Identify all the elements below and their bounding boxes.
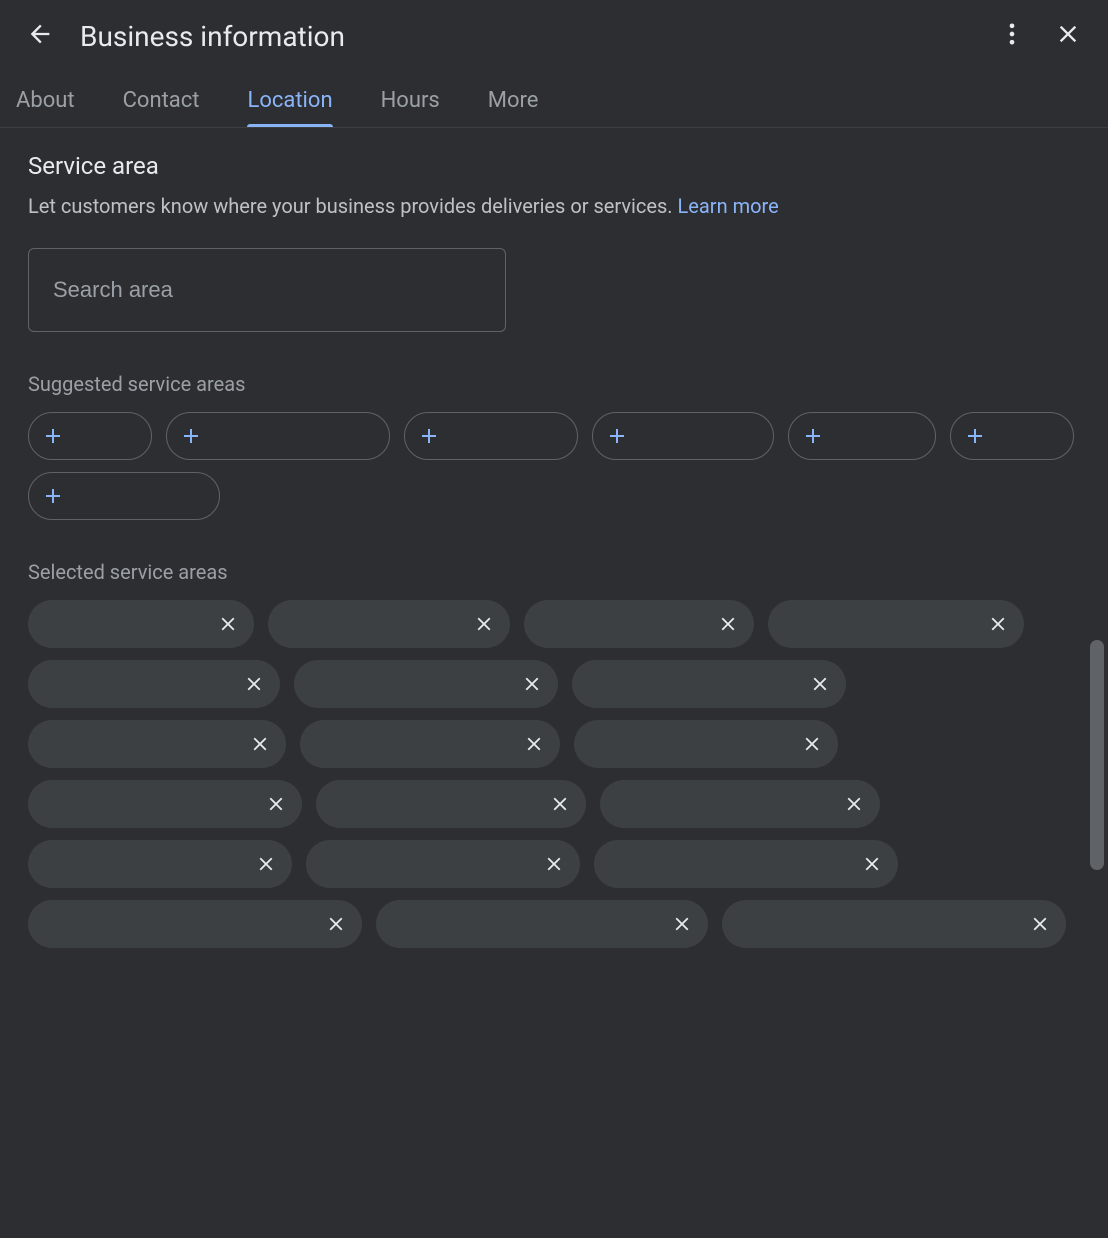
selected-chip-row bbox=[28, 600, 1080, 948]
remove-chip-icon[interactable] bbox=[1026, 910, 1054, 938]
tab-hours[interactable]: Hours bbox=[381, 88, 440, 127]
selected-area-chip[interactable] bbox=[722, 900, 1066, 948]
suggested-area-chip[interactable] bbox=[28, 412, 152, 460]
plus-icon bbox=[41, 424, 65, 448]
remove-chip-icon[interactable] bbox=[546, 790, 574, 818]
remove-chip-icon[interactable] bbox=[262, 790, 290, 818]
selected-area-chip[interactable] bbox=[28, 900, 362, 948]
remove-chip-icon[interactable] bbox=[806, 670, 834, 698]
plus-icon bbox=[41, 484, 65, 508]
page-title: Business information bbox=[80, 20, 988, 53]
selected-area-chip[interactable] bbox=[28, 840, 292, 888]
remove-chip-icon[interactable] bbox=[858, 850, 886, 878]
remove-chip-icon[interactable] bbox=[322, 910, 350, 938]
remove-chip-icon[interactable] bbox=[840, 790, 868, 818]
search-area-input[interactable] bbox=[28, 248, 506, 332]
suggested-area-chip[interactable] bbox=[950, 412, 1074, 460]
scrollbar-thumb[interactable] bbox=[1090, 640, 1104, 870]
remove-chip-icon[interactable] bbox=[246, 730, 274, 758]
selected-area-chip[interactable] bbox=[28, 780, 302, 828]
close-icon bbox=[1054, 20, 1082, 52]
selected-area-chip[interactable] bbox=[376, 900, 708, 948]
remove-chip-icon[interactable] bbox=[252, 850, 280, 878]
selected-area-chip[interactable] bbox=[268, 600, 510, 648]
remove-chip-icon[interactable] bbox=[518, 670, 546, 698]
plus-icon bbox=[605, 424, 629, 448]
selected-area-chip[interactable] bbox=[572, 660, 846, 708]
selected-area-chip[interactable] bbox=[768, 600, 1024, 648]
selected-area-chip[interactable] bbox=[524, 600, 754, 648]
selected-area-chip[interactable] bbox=[316, 780, 586, 828]
tab-location[interactable]: Location bbox=[247, 88, 332, 127]
selected-area-chip[interactable] bbox=[574, 720, 838, 768]
remove-chip-icon[interactable] bbox=[520, 730, 548, 758]
remove-chip-icon[interactable] bbox=[240, 670, 268, 698]
selected-area-chip[interactable] bbox=[600, 780, 880, 828]
more-vert-icon bbox=[998, 20, 1026, 52]
remove-chip-icon[interactable] bbox=[470, 610, 498, 638]
tab-contact[interactable]: Contact bbox=[123, 88, 200, 127]
selected-area-chip[interactable] bbox=[306, 840, 580, 888]
section-title: Service area bbox=[28, 152, 1080, 180]
tab-about[interactable]: About bbox=[16, 88, 75, 127]
tab-bar: About Contact Location Hours More bbox=[0, 72, 1108, 128]
remove-chip-icon[interactable] bbox=[798, 730, 826, 758]
remove-chip-icon[interactable] bbox=[540, 850, 568, 878]
plus-icon bbox=[963, 424, 987, 448]
selected-area-chip[interactable] bbox=[28, 600, 254, 648]
back-button[interactable] bbox=[16, 12, 64, 60]
selected-area-chip[interactable] bbox=[300, 720, 560, 768]
remove-chip-icon[interactable] bbox=[984, 610, 1012, 638]
plus-icon bbox=[179, 424, 203, 448]
content-area: Service area Let customers know where yo… bbox=[0, 128, 1108, 1238]
suggested-area-chip[interactable] bbox=[404, 412, 578, 460]
remove-chip-icon[interactable] bbox=[668, 910, 696, 938]
suggested-area-chip[interactable] bbox=[788, 412, 936, 460]
selected-area-chip[interactable] bbox=[294, 660, 558, 708]
selected-area-chip[interactable] bbox=[28, 720, 286, 768]
learn-more-link[interactable]: Learn more bbox=[678, 194, 779, 218]
plus-icon bbox=[801, 424, 825, 448]
more-options-button[interactable] bbox=[988, 12, 1036, 60]
business-info-modal: Business information About Contact Locatio… bbox=[0, 0, 1108, 1238]
selected-area-chip[interactable] bbox=[594, 840, 898, 888]
suggested-areas-label: Suggested service areas bbox=[28, 372, 1080, 396]
suggested-area-chip[interactable] bbox=[28, 472, 220, 520]
selected-area-chip[interactable] bbox=[28, 660, 280, 708]
selected-areas-label: Selected service areas bbox=[28, 560, 1080, 584]
plus-icon bbox=[417, 424, 441, 448]
remove-chip-icon[interactable] bbox=[714, 610, 742, 638]
arrow-left-icon bbox=[26, 20, 54, 52]
modal-header: Business information bbox=[0, 0, 1108, 72]
suggested-area-chip[interactable] bbox=[592, 412, 774, 460]
remove-chip-icon[interactable] bbox=[214, 610, 242, 638]
suggested-chip-row bbox=[28, 412, 1080, 520]
suggested-area-chip[interactable] bbox=[166, 412, 390, 460]
tab-more[interactable]: More bbox=[488, 88, 539, 127]
section-description: Let customers know where your business p… bbox=[28, 192, 1080, 220]
close-button[interactable] bbox=[1044, 12, 1092, 60]
